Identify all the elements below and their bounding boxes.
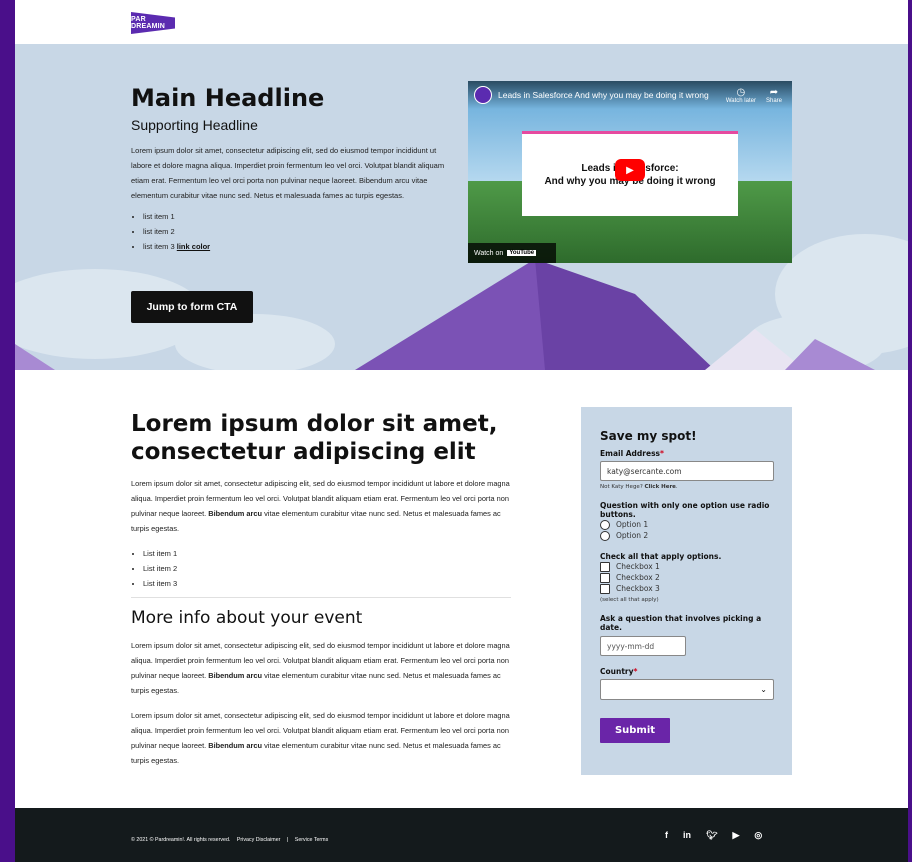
- hero-body: Lorem ipsum dolor sit amet, consectetur …: [131, 146, 445, 200]
- main-section: Lorem ipsum dolor sit amet, consectetur …: [15, 370, 908, 790]
- checkbox-label: Checkbox 3: [616, 584, 660, 593]
- list-item: List item 1: [143, 546, 511, 561]
- list-item: List item 2: [143, 561, 511, 576]
- checkbox-option-2[interactable]: Checkbox 2: [600, 572, 773, 583]
- list-item: List item 3: [143, 576, 511, 591]
- hero-section: Main Headline Supporting Headline Lorem …: [15, 44, 908, 370]
- radio-label: Option 1: [616, 520, 649, 529]
- list-item: list item 1: [143, 209, 451, 224]
- email-field[interactable]: katy@sercante.com: [600, 461, 774, 481]
- not-you-text: Not Katy Hege?: [600, 484, 645, 490]
- required-asterisk: *: [660, 449, 664, 458]
- separator: |: [286, 837, 289, 843]
- watch-on-label: Watch on: [474, 249, 504, 257]
- checkbox[interactable]: [600, 572, 610, 583]
- watch-later-button[interactable]: ◷ Watch later: [726, 87, 756, 104]
- checkbox[interactable]: [600, 583, 610, 594]
- radio-button[interactable]: [600, 530, 610, 541]
- supporting-headline: Supporting Headline: [131, 117, 258, 133]
- event-paragraph: Lorem ipsum dolor sit amet, consectetur …: [131, 638, 511, 698]
- radio-label: Option 2: [616, 531, 649, 540]
- event-subheading: More info about your event: [131, 608, 363, 628]
- radio-question: Question with only one option use radio …: [600, 501, 770, 519]
- click-here-link[interactable]: Click Here: [645, 484, 676, 490]
- email-label: Email Address*: [600, 449, 773, 458]
- header: PAR DREAMIN: [15, 0, 908, 44]
- facebook-icon[interactable]: f: [665, 830, 668, 841]
- main-headline: Main Headline: [131, 84, 325, 112]
- required-asterisk: *: [633, 667, 638, 676]
- footer: © 2021 © Pardreamin!. All rights reserve…: [15, 808, 908, 862]
- checkbox-option-3[interactable]: Checkbox 3: [600, 583, 773, 594]
- date-field[interactable]: yyyy-mm-dd: [600, 636, 686, 656]
- youtube-embed[interactable]: Leads in Salesforce: And why you may be …: [468, 81, 792, 263]
- email-label-text: Email Address: [600, 449, 661, 458]
- twitter-icon[interactable]: 🐦︎: [706, 830, 717, 841]
- registration-form: Save my spot! Email Address* katy@sercan…: [581, 407, 792, 775]
- privacy-link[interactable]: Privacy Disclaimer: [237, 837, 281, 843]
- checkbox[interactable]: [600, 561, 610, 572]
- list-item-text: list item 3: [143, 242, 177, 251]
- radio-option-1[interactable]: Option 1: [600, 519, 773, 530]
- terms-link[interactable]: Service Terms: [295, 837, 328, 843]
- content-list: List item 1 List item 2 List item 3: [131, 546, 511, 591]
- jump-to-form-button[interactable]: Jump to form CTA: [131, 291, 253, 323]
- radio-option-2[interactable]: Option 2: [600, 530, 773, 541]
- country-select[interactable]: ⌄: [600, 679, 774, 700]
- logo[interactable]: PAR DREAMIN: [131, 12, 175, 34]
- checkbox-label: Checkbox 1: [616, 562, 660, 571]
- submit-button[interactable]: Submit: [600, 718, 670, 743]
- channel-avatar[interactable]: [474, 86, 492, 104]
- divider: [131, 597, 511, 598]
- chevron-down-icon: ⌄: [760, 685, 767, 694]
- list-item: list item 3 link color: [143, 239, 451, 254]
- watch-on-youtube-button[interactable]: Watch on YouTube: [468, 243, 556, 263]
- checkbox-label: Checkbox 2: [616, 573, 660, 582]
- share-icon: ➦: [769, 86, 779, 98]
- video-header: Leads in Salesforce And why you may be d…: [468, 81, 792, 109]
- content-heading: Lorem ipsum dolor sit amet, consectetur …: [131, 411, 498, 465]
- bold-text: Bibendum arcu: [208, 741, 263, 750]
- youtube-logo: YouTube: [507, 250, 537, 256]
- watch-later-label: Watch later: [725, 97, 756, 104]
- hero-list: list item 1 list item 2 list item 3 link…: [131, 209, 451, 254]
- country-label: Country*: [600, 667, 773, 676]
- bold-text: Bibendum arcu: [208, 509, 263, 518]
- social-links: f in 🐦︎ ▶ ◎: [665, 830, 762, 841]
- footer-copyright: © 2021 © Pardreamin!. All rights reserve…: [131, 837, 333, 843]
- copyright-text: © 2021 © Pardreamin!. All rights reserve…: [131, 837, 231, 843]
- checkbox-question: Check all that apply options.: [600, 552, 722, 561]
- radio-button[interactable]: [600, 519, 610, 530]
- logo-text: PAR DREAMIN: [131, 16, 166, 30]
- play-icon[interactable]: ▶: [615, 159, 645, 181]
- content-column: Lorem ipsum dolor sit amet, consectetur …: [131, 410, 511, 768]
- video-title[interactable]: Leads in Salesforce And why you may be d…: [498, 90, 726, 100]
- share-label: Share: [765, 97, 782, 104]
- instagram-icon[interactable]: ◎: [754, 830, 762, 841]
- date-question: Ask a question that involves picking a d…: [600, 614, 762, 632]
- linkedin-icon[interactable]: in: [683, 830, 691, 841]
- link-color[interactable]: link color: [177, 242, 210, 251]
- event-paragraph: Lorem ipsum dolor sit amet, consectetur …: [131, 708, 511, 768]
- bold-text: Bibendum arcu: [208, 671, 263, 680]
- checkbox-option-1[interactable]: Checkbox 1: [600, 561, 773, 572]
- list-item: list item 2: [143, 224, 451, 239]
- clock-icon: ◷: [736, 86, 746, 98]
- share-button[interactable]: ➦ Share: [766, 87, 782, 104]
- youtube-icon[interactable]: ▶: [732, 830, 739, 841]
- page: PAR DREAMIN Main Headline Supporting Hea…: [15, 0, 908, 862]
- form-title: Save my spot!: [600, 429, 697, 443]
- country-label-text: Country: [600, 667, 634, 676]
- content-paragraph: Lorem ipsum dolor sit amet, consectetur …: [131, 476, 511, 536]
